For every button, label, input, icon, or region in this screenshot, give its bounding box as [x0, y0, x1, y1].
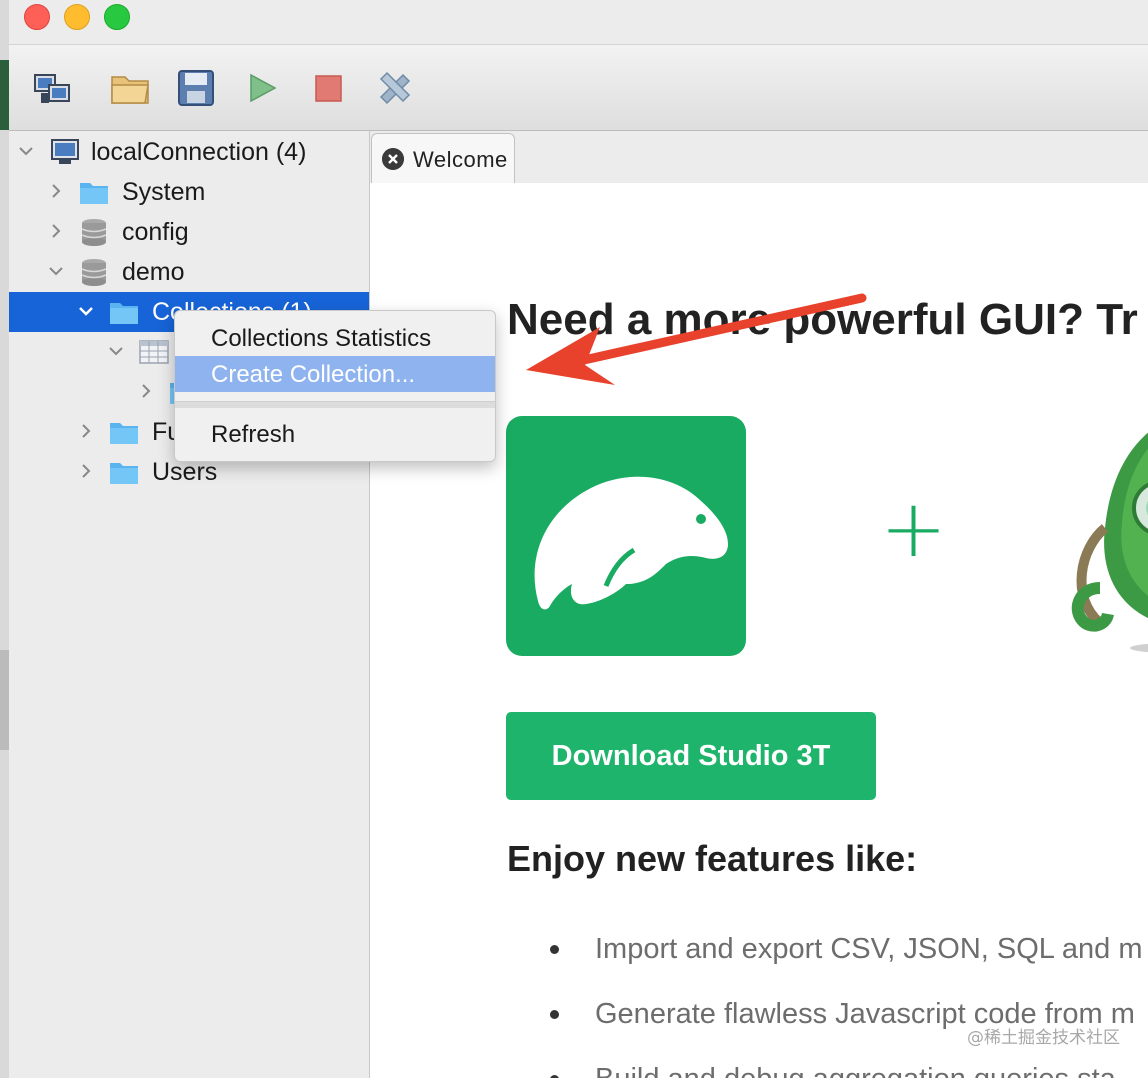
watermark: @稀土掘金技术社区 [967, 1028, 1120, 1048]
chevron-right-icon[interactable] [77, 422, 95, 440]
feature-item: Import and export CSV, JSON, SQL and m [595, 933, 1143, 965]
database-icon [81, 219, 107, 246]
save-icon[interactable] [175, 67, 217, 109]
chevron-right-icon[interactable] [47, 222, 65, 240]
chevron-right-icon[interactable] [77, 462, 95, 480]
close-window-button[interactable] [24, 4, 50, 30]
tree-item-config[interactable]: config [9, 212, 369, 252]
context-menu: Collections Statistics Create Collection… [174, 310, 496, 462]
connection-tree: localConnection (4) System config demo F… [9, 131, 369, 1078]
mascot-icon [1071, 432, 1148, 653]
menu-item-label: Create Collection... [211, 361, 416, 388]
tools-icon[interactable] [373, 67, 415, 109]
title-bar [9, 0, 1148, 45]
tree-item-connection[interactable]: localConnection (4) [9, 132, 369, 172]
stop-icon[interactable] [307, 67, 349, 109]
menu-separator [175, 401, 495, 408]
zoom-window-button[interactable] [104, 4, 130, 30]
tree-item-label: demo [122, 258, 185, 286]
minimize-window-button[interactable] [64, 4, 90, 30]
menu-item-label: Collections Statistics [211, 325, 432, 352]
run-icon[interactable] [241, 67, 283, 109]
desktop-wallpaper-fragment [0, 60, 9, 130]
folder-icon [80, 183, 108, 204]
folder-icon [110, 303, 138, 324]
tab-label: Welcome [413, 147, 508, 172]
open-folder-icon[interactable] [109, 67, 151, 109]
menu-item-collections-statistics[interactable]: Collections Statistics [175, 320, 495, 356]
menu-item-label: Refresh [211, 421, 296, 448]
welcome-headline: Need a more powerful GUI? Tr [507, 295, 1138, 344]
desktop-wallpaper-fragment [0, 650, 9, 750]
chevron-down-icon[interactable] [107, 342, 125, 360]
database-icon [81, 259, 107, 286]
feature-item: Build and debug aggregation queries sta [595, 1063, 1116, 1078]
features-title: Enjoy new features like: [507, 838, 918, 879]
connect-icon[interactable] [31, 67, 73, 109]
bullet-icon [550, 1010, 559, 1019]
chevron-down-icon[interactable] [17, 142, 35, 160]
tree-item-label: Users [152, 458, 218, 486]
table-icon [139, 340, 169, 364]
app-window: localConnection (4) System config demo F… [9, 0, 1148, 1078]
tree-item-demo[interactable]: demo [9, 252, 369, 292]
chevron-down-icon[interactable] [77, 302, 95, 320]
tree-item-label: config [122, 218, 189, 246]
chevron-down-icon[interactable] [47, 262, 65, 280]
folder-icon [110, 423, 138, 444]
menu-item-create-collection[interactable]: Create Collection... [175, 356, 495, 392]
server-icon [51, 139, 79, 164]
folder-icon [110, 463, 138, 484]
menu-item-refresh[interactable]: Refresh [175, 416, 495, 452]
chevron-right-icon[interactable] [47, 182, 65, 200]
bullet-icon [550, 945, 559, 954]
desktop-background-strip [0, 0, 9, 1078]
studio-3t-logo [506, 416, 746, 656]
tree-item-label: localConnection (4) [91, 138, 307, 166]
manatee-icon [534, 476, 728, 610]
tree-item-label: System [122, 178, 206, 206]
close-tab-icon[interactable] [382, 148, 404, 170]
download-studio-3t-button[interactable]: Download Studio 3T [506, 712, 876, 800]
tree-item-system[interactable]: System [9, 172, 369, 212]
toolbar [9, 45, 1148, 131]
plus-sign: + [880, 482, 948, 575]
tab-welcome[interactable]: Welcome [371, 133, 515, 184]
chevron-right-icon[interactable] [137, 382, 155, 400]
